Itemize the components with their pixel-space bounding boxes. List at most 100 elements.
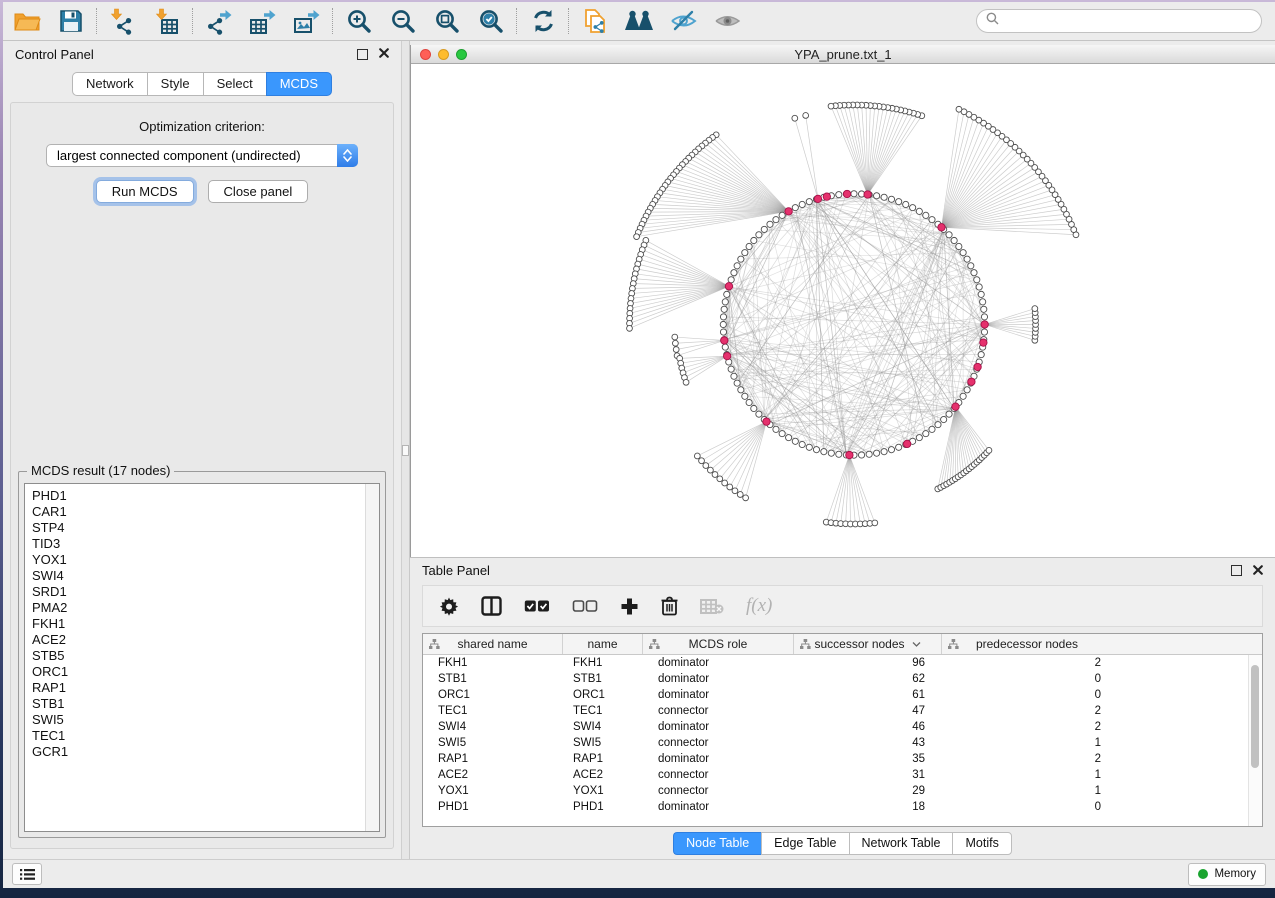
export-table-icon[interactable]: [247, 6, 279, 36]
window-close-icon[interactable]: [420, 49, 431, 60]
table-scrollbar-thumb[interactable]: [1251, 665, 1259, 768]
result-list-item[interactable]: SRD1: [32, 584, 365, 600]
column-header-shared-name[interactable]: shared name: [423, 634, 563, 654]
tab-style[interactable]: Style: [147, 72, 203, 96]
table-tabs: Node TableEdge TableNetwork TableMotifs: [410, 827, 1275, 859]
table-cell: connector: [643, 703, 794, 719]
open-session-icon[interactable]: [11, 6, 43, 36]
table-cell: [1112, 655, 1262, 671]
zoom-selected-icon[interactable]: [475, 6, 507, 36]
table-scrollbar[interactable]: [1248, 655, 1262, 826]
result-list-item[interactable]: FKH1: [32, 616, 365, 632]
export-network-icon[interactable]: [203, 6, 235, 36]
tab-mcds[interactable]: MCDS: [266, 72, 332, 96]
table-row[interactable]: ACE2ACE2connector311: [423, 767, 1262, 783]
zoom-out-icon[interactable]: [387, 6, 419, 36]
table-cell: dominator: [643, 655, 794, 671]
zoom-in-icon[interactable]: [343, 6, 375, 36]
criterion-selected-value: largest connected component (undirected): [57, 148, 301, 163]
result-list-item[interactable]: RAP1: [32, 680, 365, 696]
network-window-titlebar[interactable]: YPA_prune.txt_1: [411, 45, 1275, 64]
table-cell: YOX1: [563, 783, 643, 799]
close-table-panel-icon[interactable]: [1253, 562, 1263, 580]
search-box[interactable]: [976, 9, 1262, 33]
close-panel-icon[interactable]: [379, 45, 389, 63]
result-list-item[interactable]: CAR1: [32, 504, 365, 520]
table-row[interactable]: SWI5SWI5connector431: [423, 735, 1262, 751]
duplicate-network-icon[interactable]: [579, 6, 611, 36]
table-settings-icon[interactable]: [439, 596, 459, 616]
result-list-item[interactable]: PMA2: [32, 600, 365, 616]
network-canvas[interactable]: [411, 64, 1275, 557]
table-row[interactable]: SWI4SWI4dominator462: [423, 719, 1262, 735]
table-cell: 1: [942, 735, 1112, 751]
float-panel-icon[interactable]: [357, 49, 368, 60]
result-list-item[interactable]: SWI5: [32, 712, 365, 728]
table-cell: FKH1: [563, 655, 643, 671]
result-list-item[interactable]: TEC1: [32, 728, 365, 744]
table-row[interactable]: TEC1TEC1connector472: [423, 703, 1262, 719]
table-cell: 2: [942, 703, 1112, 719]
add-column-icon[interactable]: [620, 597, 639, 616]
table-row[interactable]: STB1STB1dominator620: [423, 671, 1262, 687]
main-toolbar: [3, 2, 1275, 41]
result-list-item[interactable]: YOX1: [32, 552, 365, 568]
close-panel-button[interactable]: Close panel: [208, 180, 309, 203]
column-header-predecessor-nodes[interactable]: predecessor nodes: [942, 634, 1112, 654]
tab-edge-table[interactable]: Edge Table: [761, 832, 848, 855]
result-list-item[interactable]: GCR1: [32, 744, 365, 760]
table-cell: connector: [643, 783, 794, 799]
search-input[interactable]: [1005, 13, 1252, 29]
deselect-all-icon[interactable]: [572, 599, 598, 613]
result-list-item[interactable]: ORC1: [32, 664, 365, 680]
result-list-item[interactable]: STB5: [32, 648, 365, 664]
result-list-item[interactable]: TID3: [32, 536, 365, 552]
export-image-icon[interactable]: [291, 6, 323, 36]
result-list-item[interactable]: STB1: [32, 696, 365, 712]
result-list-item[interactable]: SWI4: [32, 568, 365, 584]
panel-divider[interactable]: [401, 41, 410, 859]
table-row[interactable]: RAP1RAP1dominator352: [423, 751, 1262, 767]
table-cell: 31: [794, 767, 942, 783]
save-session-icon[interactable]: [55, 6, 87, 36]
tab-network[interactable]: Network: [72, 72, 147, 96]
column-header-MCDS-role[interactable]: MCDS role: [643, 634, 794, 654]
apply-layout-icon[interactable]: [527, 6, 559, 36]
result-list-item[interactable]: ACE2: [32, 632, 365, 648]
divider-handle[interactable]: [402, 445, 409, 456]
search-neighbors-icon[interactable]: [623, 6, 655, 36]
table-cell: RAP1: [423, 751, 563, 767]
window-maximize-icon[interactable]: [456, 49, 467, 60]
result-list-item[interactable]: PHD1: [32, 488, 365, 504]
run-mcds-button[interactable]: Run MCDS: [96, 180, 194, 203]
import-table-icon[interactable]: [151, 6, 183, 36]
select-all-icon[interactable]: [524, 599, 550, 613]
show-all-icon[interactable]: [711, 6, 743, 36]
float-table-panel-icon[interactable]: [1231, 565, 1242, 576]
criterion-select[interactable]: largest connected component (undirected): [46, 144, 358, 167]
show-columns-icon[interactable]: [481, 596, 502, 616]
table-row[interactable]: PHD1PHD1dominator180: [423, 799, 1262, 815]
memory-button[interactable]: Memory: [1188, 863, 1266, 886]
result-list-item[interactable]: STP4: [32, 520, 365, 536]
table-row[interactable]: ORC1ORC1dominator610: [423, 687, 1262, 703]
delete-table-icon: [700, 598, 724, 614]
result-list-scrollbar[interactable]: [365, 484, 379, 831]
delete-column-icon[interactable]: [661, 596, 678, 616]
tab-select[interactable]: Select: [203, 72, 266, 96]
window-minimize-icon[interactable]: [438, 49, 449, 60]
network-graph[interactable]: [411, 64, 1275, 557]
column-header-successor-nodes[interactable]: successor nodes: [794, 634, 942, 654]
table-cell: 46: [794, 719, 942, 735]
table-row[interactable]: YOX1YOX1connector291: [423, 783, 1262, 799]
import-network-icon[interactable]: [107, 6, 139, 36]
tab-network-table[interactable]: Network Table: [849, 832, 953, 855]
hide-selected-icon[interactable]: [667, 6, 699, 36]
zoom-fit-icon[interactable]: [431, 6, 463, 36]
tab-node-table[interactable]: Node Table: [673, 832, 761, 855]
tab-motifs[interactable]: Motifs: [952, 832, 1011, 855]
table-row[interactable]: FKH1FKH1dominator962: [423, 655, 1262, 671]
column-header-name[interactable]: name: [563, 634, 643, 654]
mcds-result-list[interactable]: PHD1CAR1STP4TID3YOX1SWI4SRD1PMA2FKH1ACE2…: [24, 483, 380, 832]
task-history-button[interactable]: [12, 863, 42, 885]
